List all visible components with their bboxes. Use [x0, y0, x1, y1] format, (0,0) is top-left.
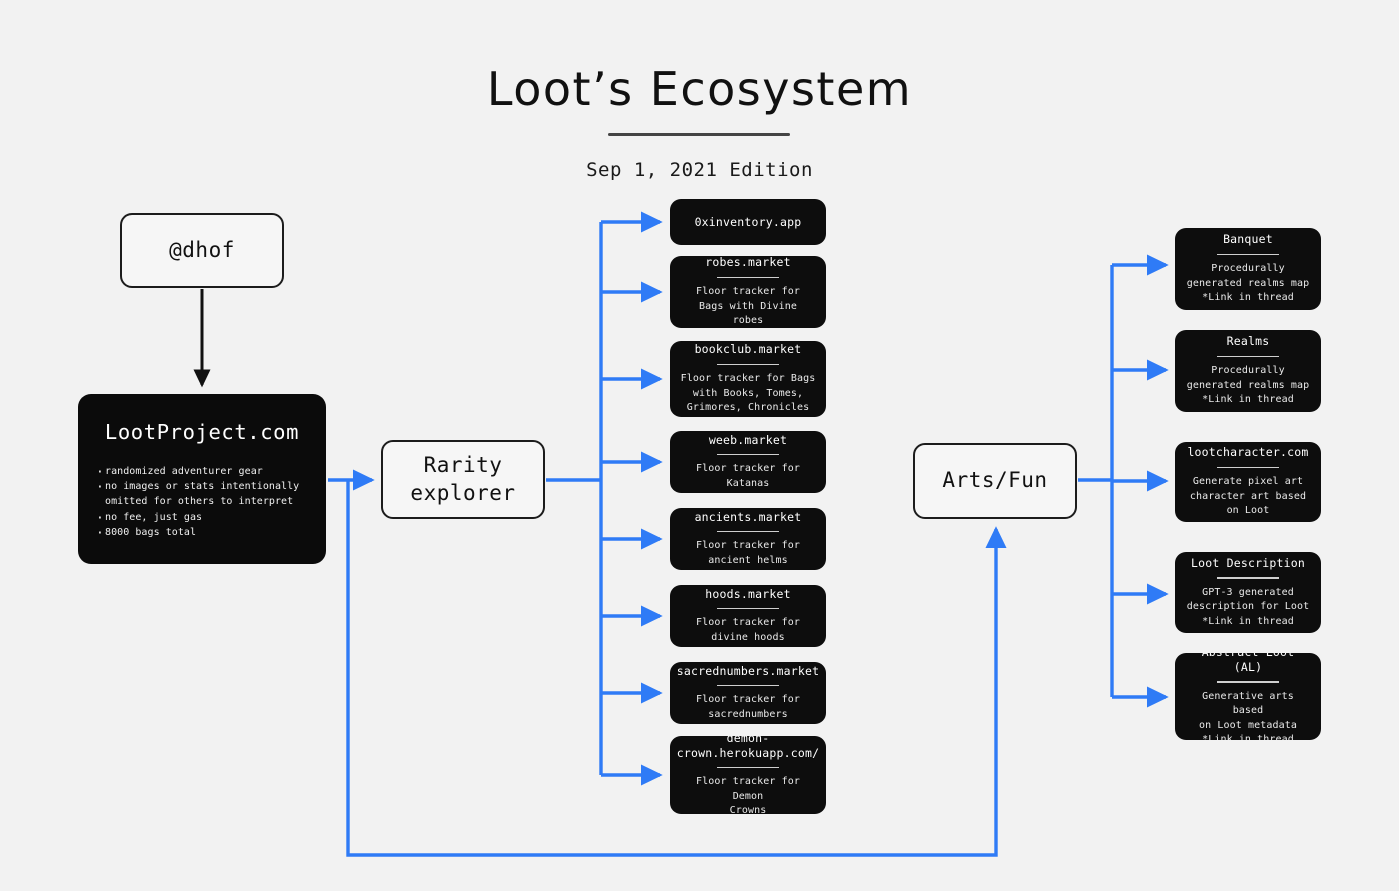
node-lootproject[interactable]: LootProject.com randomized adventurer ge…: [78, 394, 326, 564]
node-dhof-label: @dhof: [169, 237, 235, 262]
page-subtitle: Sep 1, 2021 Edition: [586, 159, 813, 181]
card-title: sacrednumbers.market: [676, 663, 820, 678]
card-divider: [1217, 253, 1279, 256]
card-divider: [1217, 681, 1279, 683]
card-title: Banquet: [1223, 232, 1273, 247]
list-item: no images or stats intentionally omitted…: [96, 478, 316, 509]
card-description: Generative arts based on Loot metadata *…: [1199, 690, 1297, 740]
card-description: Floor tracker for ancient helms: [695, 540, 801, 566]
card-title: 0xinventory.app: [694, 214, 802, 229]
node-arts-fun[interactable]: Arts/Fun: [913, 443, 1077, 519]
card-description: Floor tracker for Katanas: [695, 463, 801, 489]
card-title: Abstract Loot (AL): [1202, 653, 1294, 674]
arts-card-3[interactable]: lootcharacter.com Generate pixel art char…: [1175, 442, 1321, 522]
node-dhof[interactable]: @dhof: [120, 213, 284, 288]
card-divider: [717, 276, 779, 279]
node-rarity-explorer-label: Rarity explorer: [410, 453, 516, 505]
card-description: Generate pixel art character art based o…: [1189, 476, 1307, 517]
arts-card-5[interactable]: Abstract Loot (AL) Generative arts based …: [1175, 653, 1321, 740]
card-description: Floor tracker for divine hoods: [695, 617, 801, 643]
card-description: Floor tracker for Bags with Books, Tomes…: [680, 373, 816, 414]
arts-card-4[interactable]: Loot Description GPT-3 generated descript…: [1175, 552, 1321, 633]
node-lootproject-bullets: randomized adventurer gear no images or …: [78, 463, 326, 544]
rarity-card-4[interactable]: weeb.market Floor tracker for Katanas: [670, 431, 826, 493]
card-description: Floor tracker for Demon Crowns: [695, 776, 801, 814]
rarity-card-2[interactable]: robes.market Floor tracker for Bags with …: [670, 256, 826, 328]
card-divider: [1217, 466, 1279, 469]
edge-rarity-branches: [546, 211, 663, 786]
card-title: weeb.market: [708, 432, 788, 447]
card-divider: [1217, 355, 1279, 358]
node-rarity-explorer[interactable]: Rarity explorer: [381, 440, 545, 519]
card-divider: [717, 363, 779, 366]
title-divider: [608, 133, 790, 136]
card-description: Procedurally generated realms map *Link …: [1186, 263, 1310, 304]
card-title: lootcharacter.com: [1187, 445, 1309, 460]
card-title: hoods.market: [705, 586, 791, 601]
card-title: demon- crown.herokuapp.com/: [676, 736, 820, 760]
card-divider: [717, 607, 779, 610]
list-item: 8000 bags total: [96, 524, 316, 544]
rarity-card-6[interactable]: hoods.market Floor tracker for divine hoo…: [670, 585, 826, 647]
card-divider: [717, 684, 779, 687]
rarity-card-5[interactable]: ancients.market Floor tracker for ancient…: [670, 508, 826, 570]
rarity-card-7[interactable]: sacrednumbers.market Floor tracker for sa…: [670, 662, 826, 724]
page-title: Loot’s Ecosystem: [486, 62, 913, 116]
arts-card-1[interactable]: Banquet Procedurally generated realms map…: [1175, 228, 1321, 310]
card-description: Floor tracker for sacrednumbers: [695, 694, 801, 720]
list-item: no fee, just gas: [96, 509, 316, 529]
node-lootproject-title: LootProject.com: [104, 420, 300, 444]
card-title: bookclub.market: [694, 342, 802, 357]
diagram-canvas: Loot’s Ecosystem Sep 1, 2021 Edition @dh…: [0, 0, 1399, 891]
card-title: Realms: [1226, 334, 1270, 349]
card-divider: [1217, 577, 1279, 579]
rarity-card-3[interactable]: bookclub.market Floor tracker for Bags wi…: [670, 341, 826, 417]
edge-artsfun-branches: [1078, 254, 1169, 708]
card-title: ancients.market: [694, 509, 802, 524]
card-description: Floor tracker for Bags with Divine robes: [695, 286, 801, 327]
card-divider: [717, 453, 779, 456]
card-title: Loot Description: [1191, 555, 1305, 570]
card-description: Procedurally generated realms map *Link …: [1186, 365, 1310, 406]
list-item: randomized adventurer gear: [96, 463, 316, 483]
card-title: robes.market: [705, 256, 791, 270]
rarity-card-8[interactable]: demon- crown.herokuapp.com/Floor tracker…: [670, 736, 826, 814]
card-description: GPT-3 generated description for Loot *Li…: [1186, 586, 1310, 627]
card-divider: [717, 530, 779, 533]
rarity-card-1[interactable]: 0xinventory.app: [670, 199, 826, 245]
arts-card-2[interactable]: Realms Procedurally generated realms map …: [1175, 330, 1321, 412]
card-divider: [717, 766, 779, 769]
node-arts-fun-label: Arts/Fun: [942, 468, 1048, 493]
